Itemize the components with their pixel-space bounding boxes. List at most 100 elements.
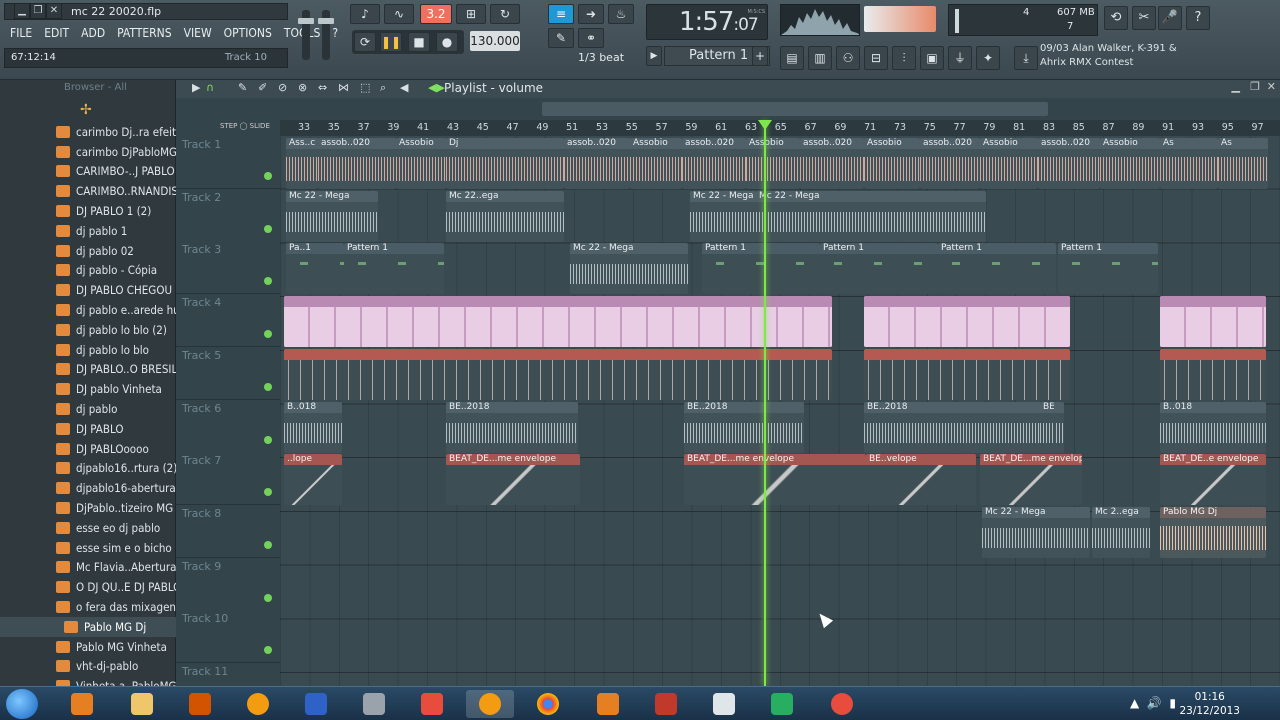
track-lane[interactable]: Mc 22 - Mega Mc 2..ega Pablo MG Dj (280, 505, 1280, 558)
track-mute-led[interactable] (264, 224, 272, 233)
playlist-clip[interactable]: B..018 (284, 401, 342, 453)
browser-star-icon[interactable]: ✢ (80, 102, 92, 118)
pl-maximize-icon[interactable]: ❐ (1250, 80, 1260, 93)
menu-options[interactable]: OPTIONS (218, 24, 278, 42)
playlist-clip[interactable]: Assobio (630, 138, 682, 189)
slice-icon[interactable]: ⋈ (338, 81, 349, 94)
piano-roll-icon[interactable]: ▥ (808, 46, 832, 70)
playlist-clip[interactable]: assob..020 (920, 138, 980, 189)
playlist-clip[interactable]: assob..020 (682, 138, 746, 189)
pl-close-icon[interactable]: ✕ (1267, 80, 1276, 93)
track-mute-led[interactable] (264, 382, 272, 391)
track-lane[interactable] (280, 610, 1280, 663)
record-icon[interactable]: ● (436, 32, 458, 52)
playlist-clip[interactable]: BE..2018 (684, 401, 804, 453)
track-header[interactable]: Track 10 (176, 610, 280, 664)
vegas-task[interactable] (292, 690, 340, 718)
playlist-clip[interactable]: Assobio (980, 138, 1038, 189)
arrows-icon[interactable]: ◀▶ (428, 81, 445, 94)
loop-icon[interactable]: ⟳ (354, 32, 376, 52)
playlist-clip[interactable]: Mc 22..ega (446, 190, 564, 242)
playlist-clip[interactable]: assob..020 (564, 138, 630, 189)
browser-item[interactable]: DJ PABLO (0, 419, 176, 439)
draw-tool-icon[interactable]: ✎ (548, 28, 574, 48)
browser-item[interactable]: carimbo DjPabloMG (0, 142, 176, 162)
news-panel[interactable]: 09/03 Alan Walker, K-391 & Ahrix RMX Con… (1040, 42, 1200, 72)
playlist-clip[interactable]: Mc 22 - Mega (286, 190, 378, 242)
track-mute-led[interactable] (264, 330, 272, 339)
start-button[interactable] (6, 689, 38, 719)
track-mute-led[interactable] (264, 646, 272, 655)
playlist-clip[interactable]: Dj (446, 138, 564, 189)
prev-pattern-icon[interactable]: ▶ (646, 46, 662, 66)
track-mute-led[interactable] (264, 172, 272, 180)
system-tray[interactable]: ▲ 🔊 ▮ (1130, 696, 1176, 710)
playlist-clip[interactable]: BEAT_DE..e envelope (1160, 454, 1266, 506)
playlist-clip[interactable]: Pa..1 (286, 243, 344, 295)
browser-item[interactable]: dj pablo 02 (0, 241, 176, 261)
browser-item[interactable]: dj pablo 1 (0, 221, 176, 241)
playlist-clip[interactable]: BEAT_DE...me envelope (980, 454, 1082, 506)
menu-edit[interactable]: EDIT (38, 24, 75, 42)
browser-item[interactable]: DJ PABLO..O BRESIL (0, 360, 176, 380)
playlist-clip[interactable]: Ass..c (286, 138, 318, 189)
playlist-clip[interactable]: Pattern 1 (344, 243, 444, 295)
playlist-view-icon[interactable]: ≡ (548, 4, 574, 24)
browser-item[interactable]: esse sim e o bicho (0, 538, 176, 558)
paint-icon[interactable]: ✐ (258, 81, 267, 94)
playlist-clip[interactable] (864, 296, 1070, 348)
playlist-clip[interactable]: Mc 22 - Mega (756, 190, 986, 242)
slip-icon[interactable]: ⇔ (318, 81, 327, 94)
playlist-clip[interactable]: Assobio (396, 138, 446, 189)
browser-item[interactable]: Pablo MG Vinheta (0, 637, 176, 657)
download-icon[interactable]: ⤓ (1014, 46, 1038, 70)
playlist-clip[interactable]: BE..2018 (446, 401, 578, 453)
browser-item[interactable]: dj pablo lo blo (0, 340, 176, 360)
flstudio-task-1[interactable] (234, 690, 282, 718)
playlist-clip[interactable]: Pattern 1 (820, 243, 938, 295)
browser-item[interactable]: DjPablo..tizeiro MG (0, 498, 176, 518)
playlist-window-icon[interactable]: ▤ (780, 46, 804, 70)
link-icon[interactable]: ⚭ (578, 28, 604, 48)
track-lane[interactable]: ..lope BEAT_DE...me envelope BEAT_DE...me … (280, 452, 1280, 506)
track-header[interactable]: Track 6 (176, 399, 280, 453)
waveform-icon[interactable]: ∿ (384, 4, 414, 24)
track-header[interactable]: Track 4 (176, 294, 280, 348)
tools-icon[interactable]: ✂ (1132, 6, 1156, 30)
browser-item[interactable]: DJ PABLO 1 (2) (0, 201, 176, 221)
browser-item[interactable]: vht-dj-pablo (0, 657, 176, 677)
track-header[interactable]: Track 7 (176, 452, 280, 506)
track-header[interactable]: Track 3 (176, 241, 280, 295)
app14-task[interactable] (818, 690, 866, 718)
taskbar-clock[interactable]: 01:16 23/12/2013 (1179, 690, 1240, 718)
track-lane[interactable] (280, 294, 1280, 348)
playlist-clip[interactable]: Mc 22 - Mega (690, 190, 756, 242)
browser-item[interactable]: CARIMBO-..J PABLO (0, 162, 176, 182)
master-volume-slider[interactable] (298, 10, 314, 60)
track-lane[interactable] (280, 558, 1280, 611)
restore-icon[interactable]: ❐ (30, 3, 46, 19)
loop-record-icon[interactable]: ↻ (490, 4, 520, 24)
next-icon[interactable]: ➜ (578, 4, 604, 24)
snap-selector[interactable]: 1/3 beat (578, 51, 628, 64)
track-lane[interactable]: Pa..1 Pattern 1 Mc 22 - Mega Pattern 1 Patte… (280, 241, 1280, 295)
horizontal-scrollbar[interactable] (542, 102, 1048, 116)
browser-item[interactable]: dj pablo lo blo (2) (0, 320, 176, 340)
menu-view[interactable]: VIEW (178, 24, 218, 42)
playlist-clip[interactable] (864, 348, 1070, 400)
browser-item[interactable]: DJ pablo Vinheta (0, 379, 176, 399)
menu-add[interactable]: ADD (75, 24, 111, 42)
speaker-icon[interactable]: ◀ (400, 81, 408, 94)
playlist-clip[interactable]: BE..2018 (1040, 401, 1054, 453)
playlist-clip[interactable] (284, 296, 832, 348)
menu-patterns[interactable]: PATTERNS (111, 24, 177, 42)
add-pattern-icon[interactable]: + (752, 46, 768, 66)
playlist-clip[interactable]: As (1160, 138, 1218, 189)
track-mute-led[interactable] (264, 593, 272, 602)
explorer-task[interactable] (118, 690, 166, 718)
playlist-clip[interactable]: Pattern 1 (938, 243, 1056, 295)
pl-minimize-icon[interactable]: ▁ (1232, 80, 1240, 93)
stop-icon[interactable]: ■ (408, 32, 430, 52)
channel-rack-icon[interactable]: ⚇ (836, 46, 860, 70)
pencil-icon[interactable]: ✎ (238, 81, 247, 94)
